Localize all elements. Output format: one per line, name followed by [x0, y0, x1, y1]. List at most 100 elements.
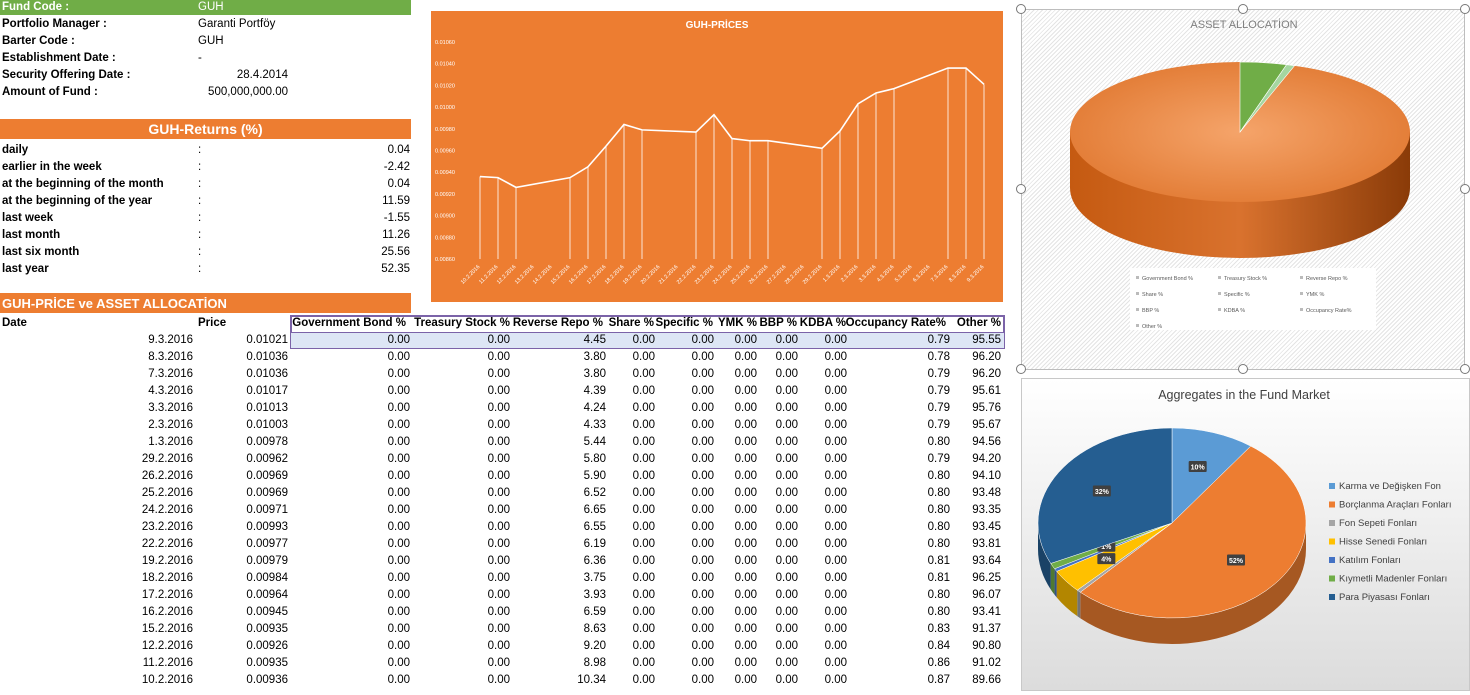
- legend-label: Government Bond %: [1142, 276, 1193, 282]
- resize-handle[interactable]: [1016, 364, 1026, 374]
- return-label: at the beginning of the month: [2, 178, 164, 190]
- table-cell: 0.00: [775, 640, 798, 652]
- table-cell: 0.79: [927, 368, 950, 380]
- table-header-cell: BBP %: [759, 317, 798, 329]
- table-cell: 94.10: [972, 470, 1001, 482]
- table-cell: 0.78: [927, 351, 950, 363]
- y-tick-label: 0.00980: [435, 127, 455, 133]
- table-cell: 26.2.2016: [141, 470, 193, 482]
- table-cell: 0.00: [775, 555, 798, 567]
- table-cell: 0.00: [487, 589, 510, 601]
- table-cell: 0.00: [487, 521, 510, 533]
- table-cell: 0.79: [927, 385, 950, 397]
- asset-allocation-chart[interactable]: ASSET ALLOCATİON Government Bond % Treasur…: [1021, 9, 1465, 370]
- legend-label: Share %: [1142, 292, 1163, 298]
- table-cell: 10.2.2016: [141, 674, 193, 686]
- table-cell: 0.00: [824, 436, 847, 448]
- table-cell: 0.00: [775, 419, 798, 431]
- resize-handle[interactable]: [1016, 184, 1026, 194]
- table-cell: 93.48: [972, 487, 1001, 499]
- legend-label: Katılım Fonları: [1339, 555, 1401, 566]
- table-cell: 0.00945: [246, 606, 288, 618]
- table-cell: 0.00: [691, 419, 714, 431]
- fund-info-value: GUH: [198, 1, 224, 13]
- table-cell: 0.00: [824, 606, 847, 618]
- table-cell: 0.00: [691, 657, 714, 669]
- table-cell: 0.00: [734, 640, 757, 652]
- table-cell: 0.00: [734, 487, 757, 499]
- table-cell: 5.90: [583, 470, 606, 482]
- table-cell: 0.00: [387, 623, 410, 635]
- price-chart-svg: GUH-PRİCES 0.00860 0.00880 0.00900 0.00920 0.…: [435, 18, 985, 286]
- table-cell: 95.76: [972, 402, 1001, 414]
- resize-handle[interactable]: [1016, 4, 1026, 14]
- resize-handle[interactable]: [1238, 364, 1248, 374]
- table-cell: 93.45: [972, 521, 1001, 533]
- table-cell: 96.20: [972, 351, 1001, 363]
- table-cell: 0.00: [775, 589, 798, 601]
- x-tick-label: 4.3.2016: [876, 264, 895, 283]
- table-cell: 0.00: [734, 334, 757, 346]
- table-cell: 91.02: [972, 657, 1001, 669]
- x-tick-label: 6.3.2016: [912, 264, 931, 283]
- table-cell: 0.00: [387, 504, 410, 516]
- table-cell: 15.2.2016: [141, 623, 193, 635]
- table-cell: 0.00: [632, 453, 655, 465]
- resize-handle[interactable]: [1238, 4, 1248, 14]
- y-tick-label: 0.00940: [435, 170, 455, 176]
- pie-side: [1054, 568, 1057, 598]
- table-row: 19.2.2016 0.00979 0.00 0.00 6.36 0.00 0.00 0.00…: [0, 553, 1010, 570]
- table-cell: 0.00: [691, 504, 714, 516]
- table-cell: 0.00: [487, 368, 510, 380]
- resize-handle[interactable]: [1460, 364, 1470, 374]
- table-cell: 3.3.2016: [148, 402, 193, 414]
- table-header-cell: Treasury Stock %: [414, 317, 510, 329]
- table-cell: 0.00: [387, 572, 410, 584]
- table-cell: 0.00: [487, 657, 510, 669]
- legend-marker: [1136, 276, 1139, 279]
- table-cell: 0.00: [487, 487, 510, 499]
- table-cell: 0.00: [734, 368, 757, 380]
- table-cell: 93.64: [972, 555, 1001, 567]
- table-cell: 0.79: [927, 334, 950, 346]
- return-value: 0.04: [387, 178, 410, 190]
- legend-label: Para Piyasası Fonları: [1339, 592, 1430, 603]
- legend-marker: [1136, 324, 1139, 327]
- table-header-cell: Occupancy Rate%: [845, 317, 946, 329]
- table-cell: 0.00971: [246, 504, 288, 516]
- return-separator: :: [198, 178, 202, 190]
- table-header-cell: Government Bond %: [292, 317, 406, 329]
- data-label: 10%: [1191, 464, 1206, 471]
- table-cell: 0.00: [775, 504, 798, 516]
- table-cell: 6.55: [583, 521, 606, 533]
- legend-marker: [1329, 501, 1335, 508]
- return-label: last month: [2, 229, 61, 241]
- price-chart: GUH-PRİCES 0.00860 0.00880 0.00900 0.00920 0.…: [431, 11, 1003, 302]
- table-cell: 5.80: [583, 453, 606, 465]
- table-header-cell: Specific %: [655, 317, 713, 329]
- resize-handle[interactable]: [1460, 184, 1470, 194]
- table-cell: 0.00: [387, 351, 410, 363]
- table-cell: 0.00: [824, 589, 847, 601]
- table-cell: 0.01036: [246, 351, 288, 363]
- table-cell: 89.66: [972, 674, 1001, 686]
- table-cell: 0.00: [632, 385, 655, 397]
- table-cell: 0.00984: [246, 572, 288, 584]
- table-cell: 0.00: [632, 657, 655, 669]
- table-cell: 0.00: [387, 640, 410, 652]
- fund-info-label: Security Offering Date :: [2, 69, 131, 81]
- table-cell: 0.81: [927, 572, 950, 584]
- table-cell: 4.3.2016: [148, 385, 193, 397]
- table-cell: 0.00: [387, 538, 410, 550]
- table-row: 12.2.2016 0.00926 0.00 0.00 9.20 0.00 0.00 0.00…: [0, 638, 1010, 655]
- table-cell: 0.00: [734, 674, 757, 686]
- table-cell: 0.00: [632, 589, 655, 601]
- table-cell: 0.00: [387, 674, 410, 686]
- table-cell: 0.00964: [246, 589, 288, 601]
- return-value: 52.35: [381, 263, 410, 275]
- legend-label: Karma ve Değişken Fon: [1339, 481, 1441, 492]
- return-separator: :: [198, 229, 202, 241]
- table-cell: 0.00: [691, 334, 714, 346]
- table-row: 7.3.2016 0.01036 0.00 0.00 3.80 0.00 0.00 0.00 0…: [0, 366, 1010, 383]
- resize-handle[interactable]: [1460, 4, 1470, 14]
